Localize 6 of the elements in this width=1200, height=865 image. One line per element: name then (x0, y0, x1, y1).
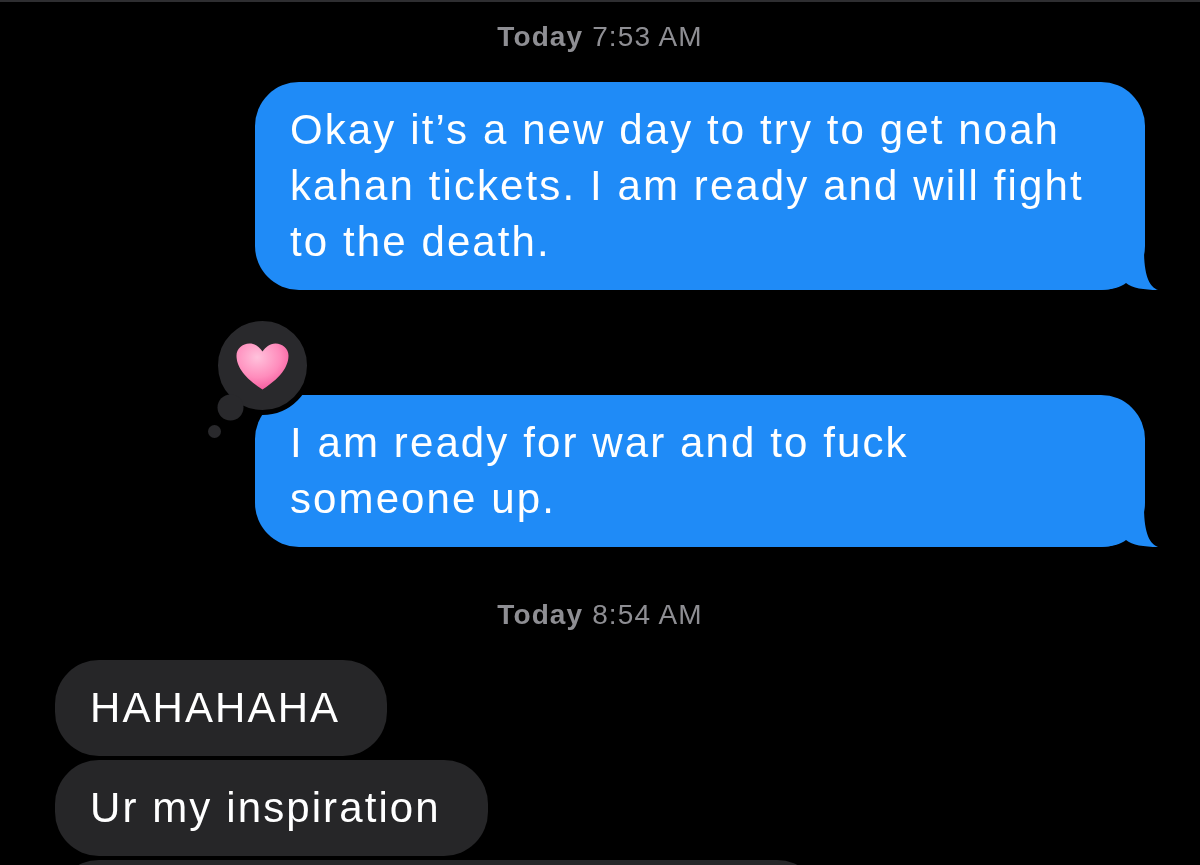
message-bubble: Ur my inspiration (55, 760, 488, 856)
message-bubble: I am ready for war and to fuck someone up. (255, 395, 1145, 547)
timestamp: Today 8:54 AM (497, 598, 703, 632)
message-bubble: HAHAHAHA (55, 660, 388, 756)
message-bubble: Okay it’s a new day to try to get noah kahan tickets. I am ready and will fight to the death. (255, 82, 1145, 290)
timestamp: Today 7:53 AM (497, 20, 703, 54)
